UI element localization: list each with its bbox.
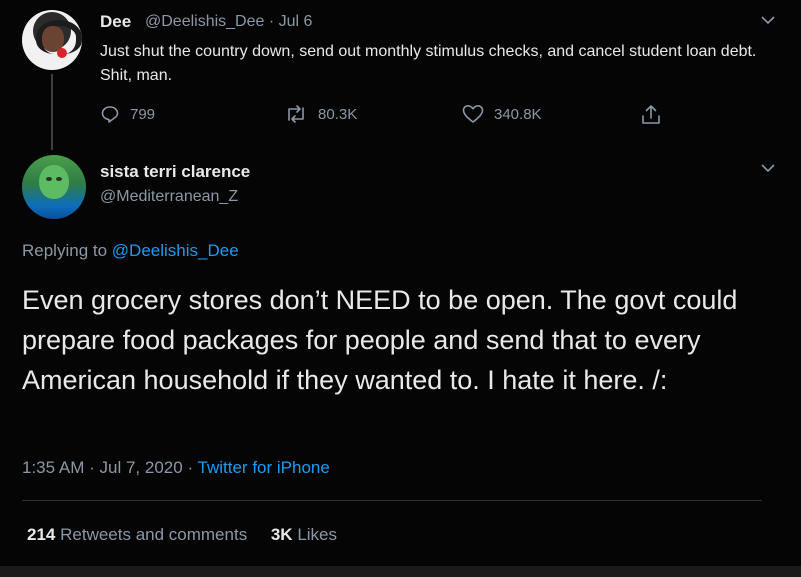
retweet-count: 80.3K — [318, 105, 358, 123]
separator: · — [187, 458, 194, 477]
retweet-button[interactable]: 80.3K — [284, 104, 357, 124]
main-display-name[interactable]: sista terri clarence — [100, 162, 250, 182]
tweet-time[interactable]: 1:35 AM — [22, 458, 84, 477]
retweet-icon — [284, 104, 308, 124]
like-button[interactable]: 340.8K — [462, 104, 542, 124]
parent-separator: · — [268, 13, 275, 30]
retweets-count: 214 — [27, 525, 56, 544]
parent-date[interactable]: Jul 6 — [279, 13, 313, 30]
avatar-sista-terri-clarence[interactable] — [22, 155, 86, 219]
likes-label: Likes — [297, 525, 337, 544]
avatar-eye — [56, 177, 62, 181]
retweets-stat[interactable]: 214 Retweets and comments — [27, 525, 252, 544]
chevron-down-icon[interactable] — [761, 12, 775, 28]
reply-button[interactable]: 799 — [100, 104, 155, 124]
tweet-source-link[interactable]: Twitter for iPhone — [198, 458, 330, 477]
main-handle[interactable]: @Mediterranean_Z — [100, 188, 238, 206]
avatar-head — [39, 165, 69, 199]
parent-meta: @Deelishis_Dee · Jul 6 — [145, 13, 312, 31]
bottom-edge-bar — [0, 566, 801, 577]
avatar-bow — [57, 48, 67, 58]
replying-to-line: Replying to @Deelishis_Dee — [22, 241, 239, 261]
tweet-date[interactable]: Jul 7, 2020 — [100, 458, 183, 477]
parent-handle[interactable]: @Deelishis_Dee — [145, 13, 264, 30]
thread-connector-line — [51, 74, 53, 150]
engagement-stats: 214 Retweets and comments 3K Likes — [27, 525, 337, 545]
main-tweet-text: Even grocery stores don’t NEED to be ope… — [22, 285, 738, 395]
avatar-dee[interactable] — [22, 10, 82, 70]
divider — [22, 500, 762, 501]
likes-stat[interactable]: 3K Likes — [271, 525, 337, 544]
share-icon — [640, 104, 662, 126]
heart-icon — [462, 104, 484, 124]
replying-to-label: Replying to — [22, 241, 108, 260]
like-count: 340.8K — [494, 105, 542, 123]
reply-icon — [100, 104, 120, 124]
parent-tweet-text: Just shut the country down, send out mon… — [100, 43, 757, 84]
retweets-label: Retweets and comments — [60, 525, 248, 544]
reply-count: 799 — [130, 105, 156, 123]
share-button[interactable] — [640, 104, 662, 126]
parent-display-name[interactable]: Dee — [100, 12, 131, 32]
replying-to-handle-link[interactable]: @Deelishis_Dee — [112, 241, 239, 260]
likes-count: 3K — [270, 525, 293, 544]
tweet-timestamp: 1:35 AM · Jul 7, 2020 · Twitter for iPho… — [22, 458, 330, 478]
chevron-down-icon[interactable] — [761, 160, 775, 176]
avatar-eye — [46, 177, 52, 181]
separator: · — [89, 458, 95, 477]
